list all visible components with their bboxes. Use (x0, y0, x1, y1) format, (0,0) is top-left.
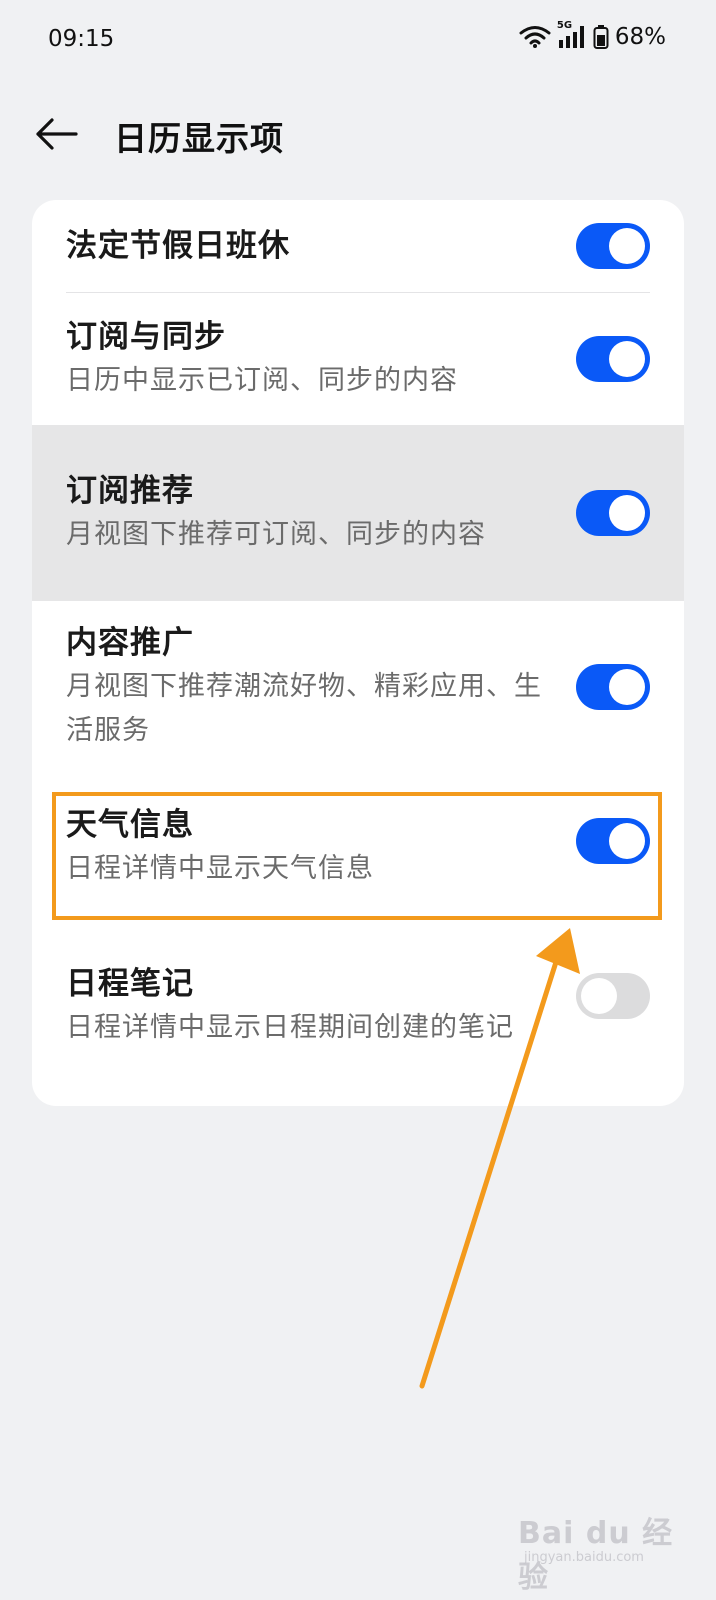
back-button[interactable] (28, 108, 84, 164)
arrow-left-icon (34, 117, 78, 155)
setting-title: 订阅与同步 (66, 319, 226, 355)
setting-holiday-schedule[interactable]: 法定节假日班休 (32, 200, 684, 292)
cellular-signal-icon: 5G (557, 20, 587, 50)
baidu-watermark-logo: Bai du 经验 jingyan.baidu.com (518, 1508, 678, 1595)
page-title: 日历显示项 (114, 119, 284, 158)
wifi-icon (519, 25, 551, 49)
subscribe-sync-toggle[interactable] (576, 336, 650, 382)
setting-subscribe-sync[interactable]: 订阅与同步 日历中显示已订阅、同步的内容 (32, 293, 684, 425)
setting-schedule-notes[interactable]: 日程笔记 日程详情中显示日程期间创建的笔记 (32, 921, 684, 1091)
battery-icon (593, 24, 609, 50)
toggle-knob (609, 228, 645, 264)
settings-card: 法定节假日班休 订阅与同步 日历中显示已订阅、同步的内容 订阅推荐 月视图下推荐… (32, 200, 684, 1106)
setting-title: 法定节假日班休 (66, 228, 290, 264)
toggle-knob (581, 978, 617, 1014)
setting-title: 订阅推荐 (66, 473, 194, 509)
battery-percent: 68% (614, 24, 666, 50)
status-bar: 09:15 5G 68% (0, 0, 716, 84)
toggle-knob (609, 495, 645, 531)
schedule-notes-toggle[interactable] (576, 973, 650, 1019)
holiday-schedule-toggle[interactable] (576, 223, 650, 269)
subscribe-recommend-toggle[interactable] (576, 490, 650, 536)
status-indicators: 5G 68% (519, 20, 666, 50)
setting-subtitle: 日程详情中显示日程期间创建的笔记 (66, 1012, 514, 1043)
toggle-knob (609, 823, 645, 859)
setting-content-promotion[interactable]: 内容推广 月视图下推荐潮流好物、精彩应用、生活服务 (32, 601, 684, 773)
weather-info-toggle[interactable] (576, 818, 650, 864)
setting-subtitle: 月视图下推荐可订阅、同步的内容 (66, 519, 486, 550)
setting-subtitle: 日程详情中显示天气信息 (66, 853, 374, 884)
toggle-knob (609, 341, 645, 377)
toggle-knob (609, 669, 645, 705)
page-header: 日历显示项 (0, 96, 716, 172)
setting-title: 日程笔记 (66, 966, 194, 1002)
setting-title: 内容推广 (66, 625, 194, 661)
setting-title: 天气信息 (66, 807, 194, 843)
setting-weather-info[interactable]: 天气信息 日程详情中显示天气信息 (32, 773, 684, 921)
watermark-site: jingyan.baidu.com (524, 1550, 644, 1565)
status-time: 09:15 (48, 26, 115, 52)
setting-subscribe-recommend[interactable]: 订阅推荐 月视图下推荐可订阅、同步的内容 (32, 425, 684, 601)
watermark-brand: Bai du 经验 (518, 1516, 674, 1595)
content-promotion-toggle[interactable] (576, 664, 650, 710)
setting-subtitle: 月视图下推荐潮流好物、精彩应用、生活服务 (66, 671, 542, 746)
setting-subtitle: 日历中显示已订阅、同步的内容 (66, 365, 458, 396)
